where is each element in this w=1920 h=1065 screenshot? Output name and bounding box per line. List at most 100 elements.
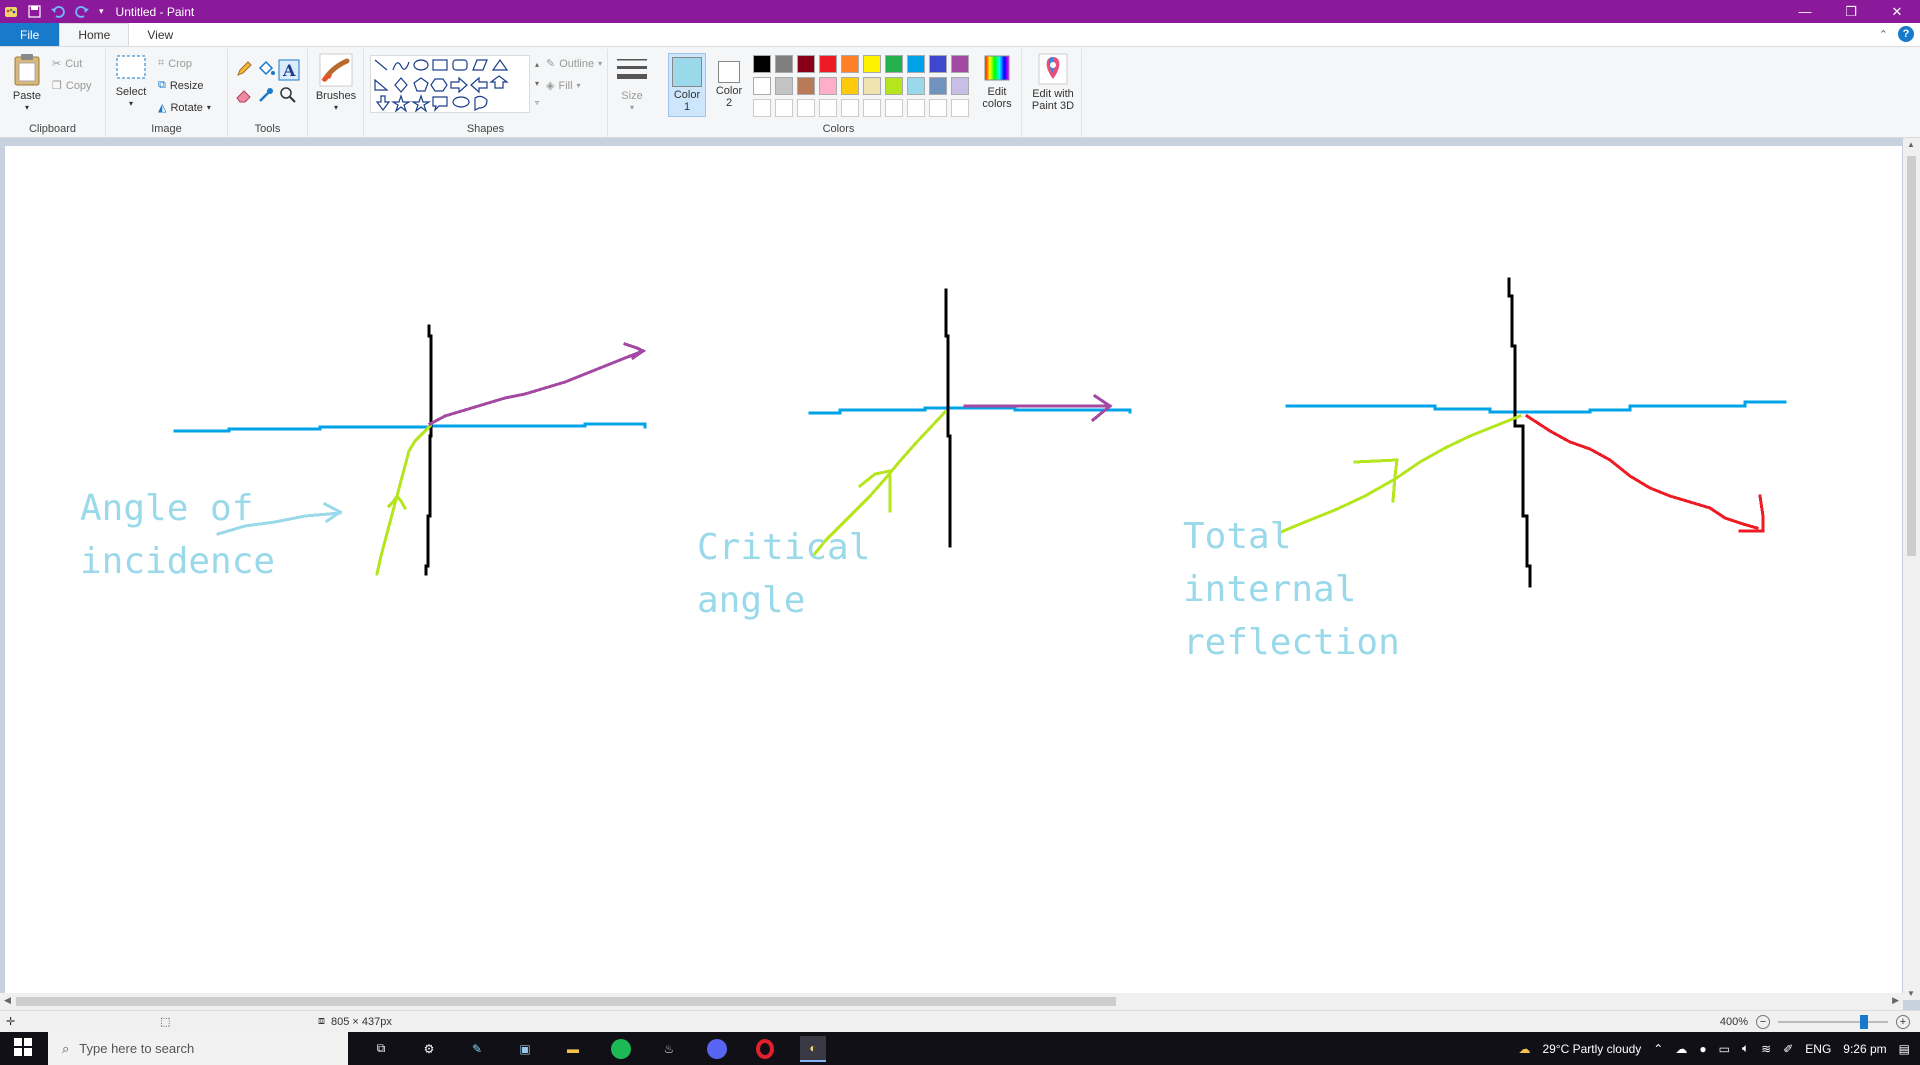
discord-icon[interactable] [704,1036,730,1062]
weather-text[interactable]: 29°C Partly cloudy [1542,1042,1641,1056]
palette-swatch[interactable] [907,99,925,117]
scroll-left-icon[interactable]: ◀ [4,995,11,1006]
scroll-down-icon[interactable]: ▼ [1907,989,1915,998]
tab-home[interactable]: Home [59,23,130,46]
minimize-button[interactable]: — [1782,0,1828,23]
pen-icon[interactable]: ✐ [1783,1042,1793,1056]
resize-button[interactable]: ⧉ Resize [158,79,203,92]
restore-button[interactable]: ❐ [1828,0,1874,23]
clock[interactable]: 9:26 pm [1843,1042,1886,1056]
pencil-icon[interactable] [234,59,254,82]
microphone-icon[interactable]: ● [1699,1042,1706,1056]
palette-swatch[interactable] [753,99,771,117]
zoom-slider[interactable] [1778,1014,1888,1029]
palette-swatch[interactable] [885,99,903,117]
scroll-right-icon[interactable]: ▶ [1892,995,1899,1006]
collapse-ribbon-icon[interactable]: ⌃ [1879,28,1888,41]
crop-button[interactable]: ⌗ Crop [158,57,192,70]
palette-swatch[interactable] [775,77,793,95]
palette-swatch[interactable] [753,55,771,73]
taskbar-search-box[interactable]: ⌕ Type here to search [48,1032,348,1065]
vertical-scroll-thumb[interactable] [1907,156,1916,556]
wifi-icon[interactable]: ≋ [1761,1042,1771,1056]
palette-swatch[interactable] [819,55,837,73]
computer-icon[interactable]: ▣ [512,1036,538,1062]
notepad-icon[interactable]: ✎ [464,1036,490,1062]
steam-icon[interactable]: ♨ [656,1036,682,1062]
cut-button[interactable]: ✂ Cut [52,57,82,71]
tab-view[interactable]: View [129,23,191,46]
task-view-icon[interactable]: ⧉ [368,1036,394,1062]
size-button[interactable]: Size ▾ [612,53,652,114]
weather-icon[interactable]: ☁ [1518,1042,1530,1056]
vertical-scrollbar[interactable]: ▲ ▼ [1903,138,1920,1000]
palette-swatch[interactable] [951,77,969,95]
palette-swatch[interactable] [929,77,947,95]
palette-swatch[interactable] [797,77,815,95]
color-picker-icon[interactable] [256,85,276,108]
palette-swatch[interactable] [797,55,815,73]
help-icon[interactable]: ? [1898,26,1914,42]
select-button[interactable]: Select ▾ [112,53,150,110]
brushes-button[interactable]: Brushes ▾ [314,53,358,114]
palette-swatch[interactable] [885,55,903,73]
eraser-icon[interactable] [234,85,254,108]
palette-swatch[interactable] [841,55,859,73]
battery-icon[interactable]: ▭ [1719,1042,1730,1056]
close-button[interactable]: ✕ [1874,0,1920,23]
palette-swatch[interactable] [863,77,881,95]
tab-file[interactable]: File [0,23,60,46]
palette-swatch[interactable] [929,99,947,117]
paint-app-icon[interactable] [4,5,18,19]
shapes-scroll[interactable]: ▴ ▾ ▿ [532,55,542,113]
onedrive-icon[interactable]: ☁ [1675,1042,1687,1056]
language-indicator[interactable]: ENG [1805,1042,1831,1056]
shapes-gallery[interactable] [370,55,530,113]
palette-swatch[interactable] [863,55,881,73]
palette-swatch[interactable] [841,77,859,95]
undo-icon[interactable] [51,5,65,18]
palette-swatch[interactable] [907,77,925,95]
zoom-slider-thumb[interactable] [1859,1014,1868,1029]
fill-bucket-icon[interactable] [256,59,276,82]
windows-start-icon[interactable] [14,1038,32,1059]
redo-icon[interactable] [75,5,89,18]
magnifier-icon[interactable] [278,85,298,108]
zoom-in-icon[interactable]: + [1896,1014,1910,1029]
notifications-icon[interactable]: ▤ [1899,1042,1910,1056]
edit-with-paint3d-button[interactable]: Edit with Paint 3D [1026,53,1080,112]
show-hidden-icons-icon[interactable]: ⌃ [1653,1042,1663,1056]
drawing-canvas[interactable]: Angle of incidence Critical angle Total … [5,146,1902,998]
rotate-button[interactable]: ◭ Rotate ▾ [158,101,211,115]
copy-button[interactable]: ❐ Copy [52,79,92,93]
fill-button[interactable]: ◈ Fill ▾ [546,79,581,93]
palette-swatch[interactable] [753,77,771,95]
opera-icon[interactable] [752,1036,778,1062]
volume-icon[interactable]: 🔈︎ [1742,1041,1749,1056]
palette-swatch[interactable] [863,99,881,117]
palette-swatch[interactable] [885,77,903,95]
customize-toolbar-icon[interactable]: ▾ [99,6,104,17]
edit-colors-button[interactable]: Edit colors [974,53,1020,110]
settings-icon[interactable]: ⚙ [416,1036,442,1062]
color1-button[interactable]: Color 1 [668,53,706,117]
palette-swatch[interactable] [797,99,815,117]
horizontal-scroll-thumb[interactable] [16,997,1116,1006]
outline-button[interactable]: ✎ Outline ▾ [546,57,602,71]
palette-swatch[interactable] [841,99,859,117]
palette-swatch[interactable] [907,55,925,73]
file-explorer-icon[interactable]: ▬ [560,1036,586,1062]
paint-taskbar-icon[interactable]: ◐ [800,1035,826,1062]
spotify-icon[interactable] [608,1036,634,1062]
paste-button[interactable]: Paste ▾ [8,53,46,114]
text-tool-icon[interactable]: A [278,59,300,84]
color2-button[interactable]: Color 2 [710,53,748,109]
palette-swatch[interactable] [951,55,969,73]
palette-swatch[interactable] [775,55,793,73]
palette-swatch[interactable] [951,99,969,117]
palette-swatch[interactable] [819,77,837,95]
save-icon[interactable] [28,5,41,18]
palette-swatch[interactable] [819,99,837,117]
palette-swatch[interactable] [929,55,947,73]
scroll-up-icon[interactable]: ▲ [1907,140,1915,149]
